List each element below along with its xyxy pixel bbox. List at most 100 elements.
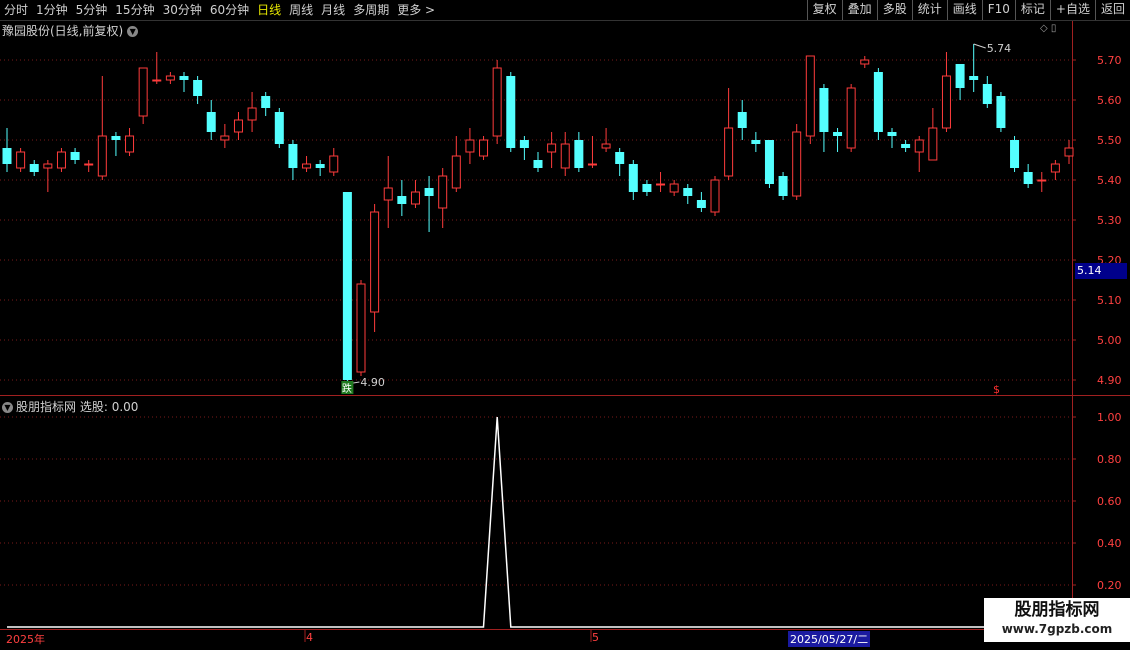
selected-date: 2025/05/27/二 [788, 631, 871, 647]
candle-body [84, 163, 94, 166]
chevron-down-icon[interactable]: ▼ [2, 402, 13, 413]
candle-body [220, 135, 230, 141]
candle-body [288, 144, 298, 168]
price-tick-label: 4.90 [1097, 374, 1122, 387]
candle-body [29, 164, 39, 172]
indicator-tick-label: 0.20 [1097, 579, 1122, 592]
candle-body [656, 183, 666, 186]
low-price-label: 4.90 [360, 376, 385, 389]
indicator-line [7, 416, 1069, 628]
candle-body [342, 192, 352, 380]
candle-body [410, 191, 420, 205]
price-tick-label: 5.60 [1097, 94, 1122, 107]
price-tick-label: 5.70 [1097, 54, 1122, 67]
candle-body [846, 87, 856, 149]
candle-body [438, 175, 448, 209]
candle-body [533, 160, 543, 168]
candle-body [70, 152, 80, 160]
candle-body [56, 151, 66, 169]
date-label-year: 2025年 [6, 633, 45, 646]
candle-body [819, 88, 829, 132]
candle-body [751, 140, 761, 144]
candle-body [764, 140, 774, 184]
candle-body [247, 107, 257, 121]
price-tick-label: 5.30 [1097, 214, 1122, 227]
candle-body [778, 176, 788, 196]
drop-marker: 跌 [342, 382, 352, 395]
candle-body [696, 200, 706, 208]
candle-body [628, 164, 638, 192]
high-price-label: 5.74 [987, 42, 1012, 55]
s-marker: $ [993, 383, 1000, 396]
candle-body [383, 187, 393, 201]
candle-body [329, 155, 339, 173]
candle-body [206, 112, 216, 132]
candle-body [587, 163, 597, 166]
candle-body [547, 143, 557, 153]
candle-body [996, 96, 1006, 128]
date-axis: 2025年 4 5 2025/05/27/二 [0, 630, 1130, 650]
candle-body [914, 139, 924, 153]
candle-body [465, 139, 475, 153]
candle-body [492, 67, 502, 137]
price-tick-label: 5.10 [1097, 294, 1122, 307]
candle-body [356, 283, 366, 373]
candle-body [43, 163, 53, 169]
candle-body [615, 152, 625, 164]
candle-body [506, 76, 516, 148]
watermark: 股朋指标网 www.7gpzb.com [984, 598, 1130, 642]
candle-body [261, 96, 271, 108]
candle-body [1064, 147, 1074, 157]
candle-body [138, 67, 148, 117]
indicator-value: 选股: 0.00 [79, 400, 139, 414]
candle-body [982, 84, 992, 104]
candle-body [737, 112, 747, 128]
watermark-url: www.7gpzb.com [1001, 622, 1113, 636]
indicator-tick-label: 0.80 [1097, 453, 1122, 466]
price-tick-label: 5.50 [1097, 134, 1122, 147]
candle-body [479, 139, 489, 157]
candle-body [370, 211, 380, 313]
candle-body [179, 76, 189, 80]
candle-body [805, 55, 815, 137]
candle-body [1050, 163, 1060, 173]
candle-body [125, 135, 135, 153]
kline-chart[interactable]: 5.705.605.505.405.305.205.105.004.905.74… [0, 0, 1130, 650]
price-tick-label: 5.00 [1097, 334, 1122, 347]
candle-body [560, 143, 570, 169]
indicator-tick-label: 0.60 [1097, 495, 1122, 508]
candle-body [642, 184, 652, 192]
candle-body [1023, 172, 1033, 184]
candle-body [860, 59, 870, 65]
candle-body [152, 79, 162, 82]
candle-body [669, 183, 679, 193]
candle-body [887, 132, 897, 136]
candle-body [165, 75, 175, 81]
candle-body [601, 143, 611, 149]
price-tick-label: 5.40 [1097, 174, 1122, 187]
date-label-may: 5 [592, 631, 599, 644]
indicator-tick-label: 0.40 [1097, 537, 1122, 550]
candle-body [302, 163, 312, 169]
candle-body [792, 131, 802, 197]
indicator-title[interactable]: ▼ 股朋指标网 选股: 0.00 [2, 398, 138, 415]
candle-body [233, 119, 243, 133]
candle-body [710, 179, 720, 213]
candle-body [574, 140, 584, 168]
candle-body [193, 80, 203, 96]
candle-body [928, 127, 938, 161]
candle-body [969, 76, 979, 80]
current-price-tag: 5.14 [1075, 263, 1127, 279]
date-label-april: 4 [306, 631, 313, 644]
candle-body [397, 196, 407, 204]
candle-body [901, 144, 911, 148]
high-pointer [973, 43, 986, 49]
indicator-tick-label: 1.00 [1097, 411, 1122, 424]
indicator-name: 股朋指标网 [16, 400, 77, 414]
candle-body [941, 75, 951, 129]
candle-body [1010, 140, 1020, 168]
candle-body [16, 151, 26, 169]
watermark-title: 股朋指标网 [1014, 600, 1100, 620]
candle-body [424, 188, 434, 196]
candle-body [111, 136, 121, 140]
